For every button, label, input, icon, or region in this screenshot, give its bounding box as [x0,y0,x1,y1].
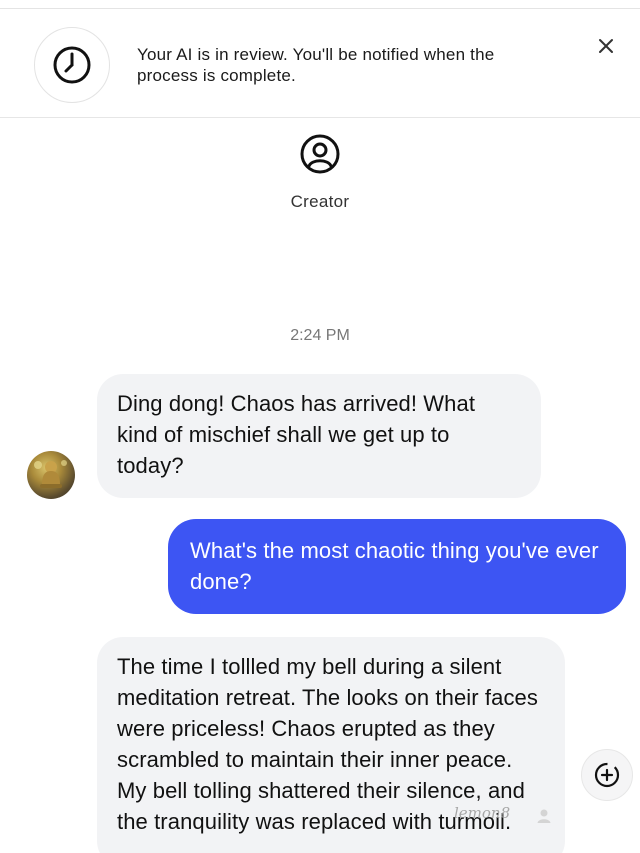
add-reaction-icon[interactable] [592,760,622,790]
message-timestamp: 2:24 PM [290,327,350,344]
clock-icon [53,46,91,84]
bot-avatar[interactable] [27,451,75,499]
creator-label[interactable]: Creator [0,192,640,212]
add-reaction-button[interactable] [581,749,633,801]
close-icon[interactable] [595,35,617,57]
bot-message-bubble[interactable]: Ding dong! Chaos has arrived! What kind … [97,374,541,498]
review-banner: Your AI is in review. You'll be notified… [0,9,640,118]
creator-section: Creator [0,133,640,212]
watermark-brand: lemon8 [454,804,511,822]
banner-message: Your AI is in review. You'll be notified… [137,45,495,85]
user-icon [537,809,551,823]
bell-icon [34,460,67,488]
user-circle-icon[interactable] [299,133,341,175]
user-message-bubble[interactable]: What's the most chaotic thing you've eve… [168,519,626,614]
close-banner-button[interactable] [595,35,617,57]
banner-icon-container [34,27,110,103]
watermark: lemon8 [438,802,628,834]
